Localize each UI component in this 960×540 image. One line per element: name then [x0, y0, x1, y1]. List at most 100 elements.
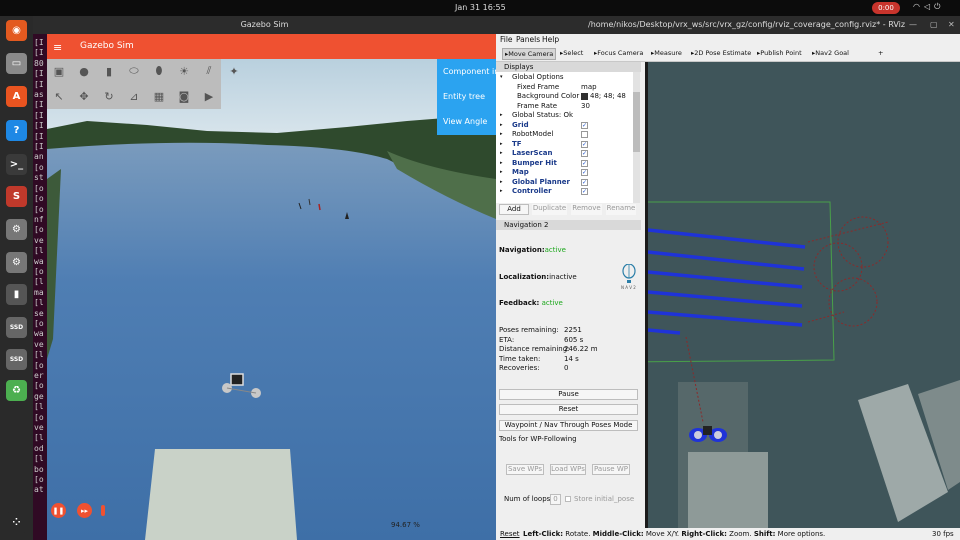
- usb-drive-icon[interactable]: ▮: [6, 284, 27, 305]
- trash-icon[interactable]: ♻: [6, 380, 27, 401]
- rotate-icon[interactable]: ↻: [101, 88, 117, 104]
- expand-arrow-icon[interactable]: ▸: [500, 130, 503, 140]
- status-reset-button[interactable]: Reset: [500, 528, 520, 540]
- terminal-icon[interactable]: >_: [6, 154, 27, 175]
- translate-icon[interactable]: ✥: [76, 88, 92, 104]
- display-item[interactable]: ▸ TF ✓: [496, 140, 632, 150]
- system-tray[interactable]: ◠◁⏻: [913, 2, 944, 12]
- pause-button[interactable]: Pause: [499, 389, 638, 400]
- display-item[interactable]: ▸ Global Planner ✓: [496, 178, 632, 188]
- store-initial-pose-checkbox[interactable]: [565, 496, 571, 502]
- expand-arrow-icon[interactable]: ▸: [500, 187, 503, 197]
- add-tool-icon[interactable]: +: [876, 48, 885, 58]
- camera-icon[interactable]: ◙: [176, 88, 192, 104]
- display-item[interactable]: ▸ Controller ✓: [496, 187, 632, 197]
- expand-arrow-icon[interactable]: ▸: [500, 149, 503, 159]
- display-checkbox[interactable]: ✓: [581, 150, 588, 157]
- display-item[interactable]: ▸ Grid ✓: [496, 121, 632, 131]
- expand-arrow-icon[interactable]: ▸: [500, 168, 503, 178]
- expand-arrow-icon[interactable]: ▸: [500, 121, 503, 131]
- screen-record-indicator[interactable]: 0:00: [872, 2, 900, 14]
- tool-nav2-goal[interactable]: ▸Nav2 Goal: [810, 48, 851, 58]
- menu-help[interactable]: Help: [542, 35, 559, 44]
- pause-wp-button[interactable]: Pause WP: [592, 464, 630, 475]
- display-item[interactable]: ▸ LaserScan ✓: [496, 149, 632, 159]
- expand-arrow-icon[interactable]: ▸: [500, 111, 503, 121]
- ellipsoid-icon[interactable]: ⬮: [151, 63, 167, 79]
- tool-2d-pose-estimate[interactable]: ▸2D Pose Estimate: [689, 48, 753, 58]
- settings-icon-2[interactable]: ⚙: [6, 252, 27, 273]
- entity-tree-tab[interactable]: Entity tree: [437, 84, 496, 109]
- display-checkbox[interactable]: ✓: [581, 121, 588, 129]
- remove-display-button[interactable]: Remove: [571, 204, 602, 215]
- hamburger-menu-icon[interactable]: ≡: [53, 35, 62, 60]
- load-wps-button[interactable]: Load WPs: [550, 464, 586, 475]
- close-icon[interactable]: ✕: [948, 16, 955, 34]
- box-icon[interactable]: ▣: [51, 63, 67, 79]
- display-item[interactable]: ▸ Map ✓: [496, 168, 632, 178]
- color-swatch[interactable]: [581, 92, 588, 100]
- num-loops-spinbox[interactable]: 0: [550, 494, 561, 505]
- display-checkbox[interactable]: ✓: [581, 188, 588, 195]
- gazebo-3d-scene[interactable]: [47, 59, 496, 540]
- app-center-icon[interactable]: A: [6, 86, 27, 107]
- spot-light-icon[interactable]: ✦: [226, 63, 242, 79]
- display-item[interactable]: Fixed Frame map: [496, 83, 632, 93]
- display-checkbox[interactable]: ✓: [581, 178, 588, 186]
- display-value[interactable]: map: [581, 83, 597, 93]
- tool-measure[interactable]: ▸Measure: [649, 48, 684, 58]
- displays-scrollbar[interactable]: [633, 72, 640, 203]
- expand-arrow-icon[interactable]: ▾: [500, 73, 503, 83]
- terminal-window[interactable]: [I [I 80 [I [I as [I [I [I [I [I an [o st [o [o [o nf [o ve…: [33, 16, 47, 540]
- display-value[interactable]: 48; 48; 48: [581, 92, 626, 102]
- add-display-button[interactable]: Add: [499, 204, 529, 215]
- help-icon[interactable]: ?: [6, 120, 27, 141]
- menu-panels[interactable]: Panels: [516, 35, 540, 44]
- display-checkbox[interactable]: ✓: [581, 159, 588, 167]
- step-slider[interactable]: [101, 505, 105, 516]
- waypoint-mode-button[interactable]: Waypoint / Nav Through Poses Mode: [499, 420, 638, 431]
- expand-arrow-icon[interactable]: ▸: [500, 159, 503, 169]
- video-icon[interactable]: ▶: [201, 88, 217, 104]
- display-value[interactable]: 30: [581, 102, 590, 112]
- duplicate-display-button[interactable]: Duplicate: [532, 204, 567, 215]
- display-item[interactable]: Background Color 48; 48; 48: [496, 92, 632, 102]
- display-checkbox[interactable]: ✓: [581, 169, 588, 176]
- display-item[interactable]: ▾ Global Options: [496, 73, 632, 83]
- text-editor-icon[interactable]: S: [6, 186, 27, 207]
- expand-arrow-icon[interactable]: ▸: [500, 140, 503, 150]
- display-item[interactable]: ▸ RobotModel: [496, 130, 632, 140]
- sphere-icon[interactable]: ●: [76, 63, 92, 79]
- clock[interactable]: Jan 31 16:55: [455, 3, 506, 12]
- display-checkbox[interactable]: [581, 131, 588, 138]
- step-button[interactable]: ▸▸: [77, 503, 92, 518]
- ssd-icon[interactable]: SSD: [6, 317, 27, 338]
- play-pause-button[interactable]: ❚❚: [51, 503, 66, 518]
- display-item[interactable]: ▸ Bumper Hit ✓: [496, 159, 632, 169]
- tool-focus-camera[interactable]: ▸Focus Camera: [592, 48, 645, 58]
- display-item[interactable]: Frame Rate 30: [496, 102, 632, 112]
- save-wps-button[interactable]: Save WPs: [506, 464, 544, 475]
- sun-icon[interactable]: ☀: [176, 63, 192, 79]
- maximize-icon[interactable]: ▢: [930, 16, 938, 34]
- snap-icon[interactable]: ⊿: [126, 88, 142, 104]
- directional-light-icon[interactable]: ⫽: [201, 63, 217, 79]
- cylinder-icon[interactable]: ▮: [101, 63, 117, 79]
- tool-move-camera[interactable]: ▸Move Camera: [502, 48, 557, 60]
- minimize-icon[interactable]: —: [909, 16, 917, 34]
- ssd-icon-2[interactable]: SSD: [6, 349, 27, 370]
- select-icon[interactable]: ↖: [51, 88, 67, 104]
- component-inspector-tab[interactable]: Component inspector: [437, 59, 496, 84]
- menu-file[interactable]: File: [500, 35, 513, 44]
- view-angle-tab[interactable]: View Angle: [437, 109, 496, 134]
- rename-display-button[interactable]: Rename: [606, 204, 636, 215]
- tool-select[interactable]: ▸Select: [558, 48, 585, 58]
- firefox-icon[interactable]: ◉: [6, 20, 27, 41]
- tool-publish-point[interactable]: ▸Publish Point: [755, 48, 804, 58]
- rviz-3d-view[interactable]: [648, 62, 960, 528]
- files-icon[interactable]: ▭: [6, 53, 27, 74]
- display-checkbox[interactable]: ✓: [581, 140, 588, 148]
- grid-icon[interactable]: ▦: [151, 88, 167, 104]
- expand-arrow-icon[interactable]: ▸: [500, 178, 503, 188]
- display-item[interactable]: ▸ Global Status: Ok: [496, 111, 632, 121]
